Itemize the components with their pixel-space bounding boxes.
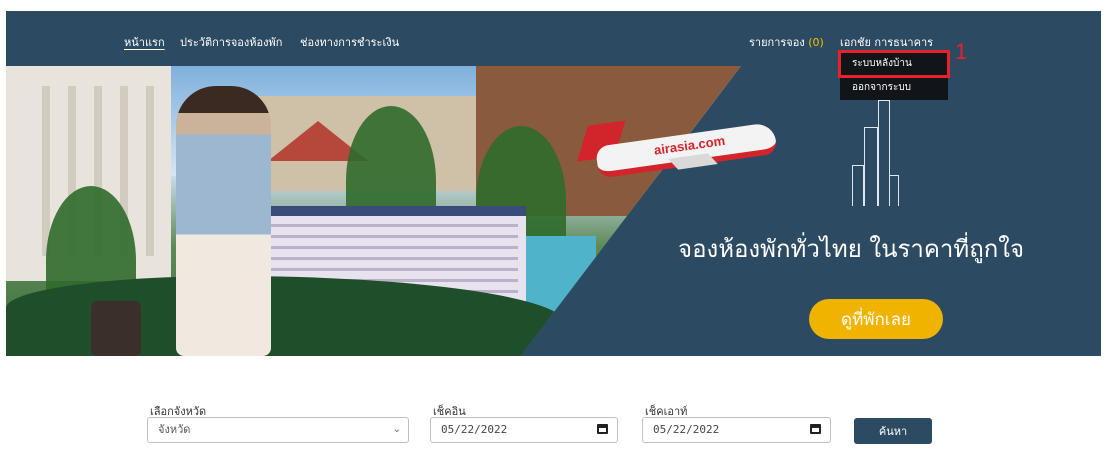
nav-bookings-link[interactable]: รายการจอง (0) (749, 33, 824, 51)
suitcase-image (91, 301, 141, 356)
calendar-icon[interactable] (810, 424, 821, 434)
hero-banner: airasia.com หน้าแรก ประวัติการจองห้องพัก… (6, 11, 1101, 356)
nav-home-link[interactable]: หน้าแรก (124, 33, 165, 51)
nav-payment-channels-link[interactable]: ช่องทางการชำระเงิน (300, 33, 399, 51)
user-menu-toggle[interactable]: เอกชัย การธนาคาร (840, 33, 933, 51)
checkout-date-value: 05/22/2022 (653, 423, 720, 436)
chevron-down-icon: ⌄ (392, 424, 401, 435)
bookings-count-badge: (0) (808, 36, 824, 49)
checkin-date-value: 05/22/2022 (441, 423, 508, 436)
search-button[interactable]: ค้นหา (854, 418, 932, 444)
step-annotation-number: 1 (955, 39, 968, 64)
checkin-date-input[interactable]: 05/22/2022 (430, 417, 618, 443)
province-select-value: จังหวัด (158, 423, 191, 436)
traveler-image (176, 86, 271, 356)
logout-menu-item[interactable]: ออกจากระบบ (840, 76, 948, 100)
city-skyline-icon (852, 100, 899, 206)
view-hotels-button[interactable]: ดูที่พักเลย (809, 299, 943, 339)
checkout-date-input[interactable]: 05/22/2022 (642, 417, 831, 443)
backoffice-menu-item[interactable]: ระบบหลังบ้าน (838, 50, 950, 78)
province-select[interactable]: จังหวัด ⌄ (147, 417, 409, 443)
hero-photo-collage (6, 66, 741, 356)
nav-booking-history-link[interactable]: ประวัติการจองห้องพัก (180, 33, 282, 51)
bookings-label: รายการจอง (749, 36, 805, 49)
hero-tagline: จองห้องพักทั่วไทย ในราคาที่ถูกใจ (678, 235, 1025, 263)
user-dropdown-menu: ระบบหลังบ้าน ออกจากระบบ (838, 50, 950, 100)
calendar-icon[interactable] (597, 424, 608, 434)
